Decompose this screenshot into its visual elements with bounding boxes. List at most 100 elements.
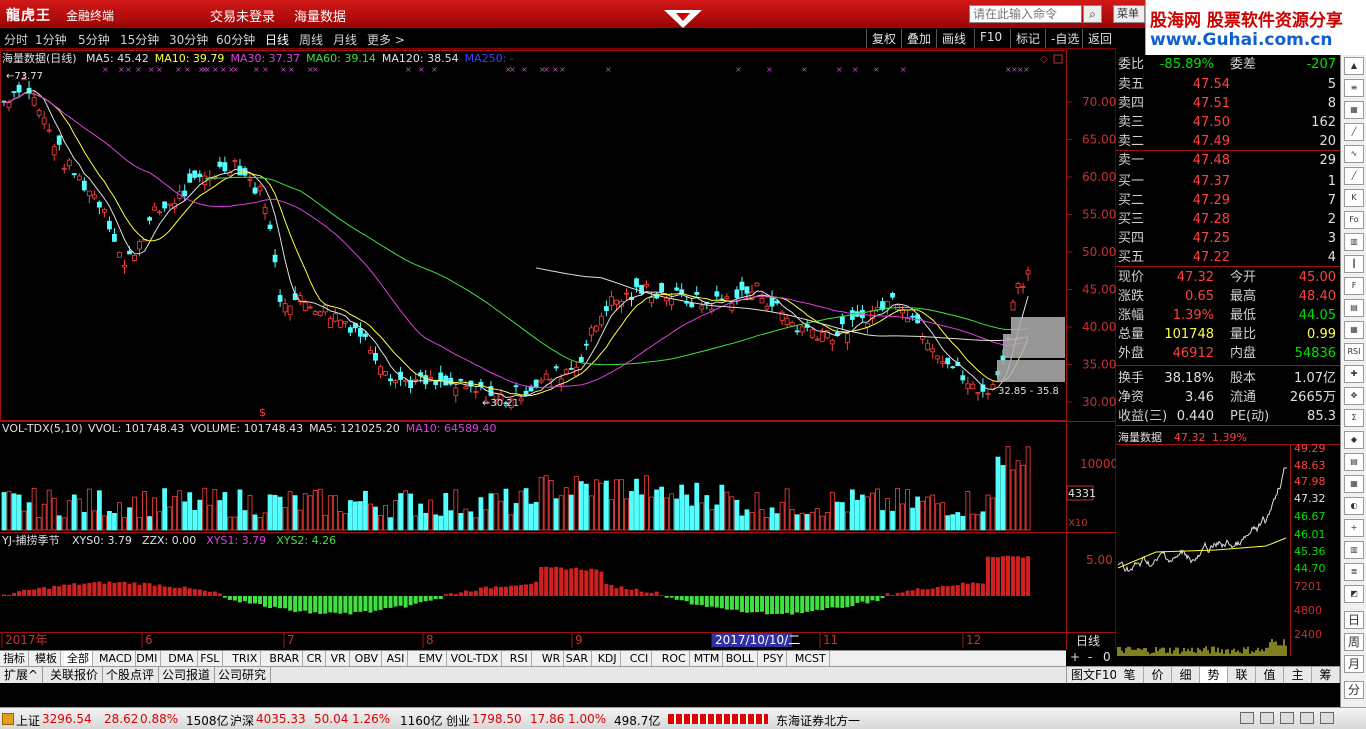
right-tab[interactable]: 筹 xyxy=(1312,667,1340,683)
sidebar-table-icon[interactable]: ▦ xyxy=(1344,475,1364,493)
indicator-tab[interactable]: SAR xyxy=(563,651,593,667)
sidebar-chart2-icon[interactable]: ◩ xyxy=(1344,585,1364,603)
search-icon[interactable]: ⌕ xyxy=(1083,5,1102,23)
period-15min[interactable]: 15分钟 xyxy=(120,31,159,48)
indicator-tab[interactable]: DMA xyxy=(165,651,198,667)
period-30min[interactable]: 30分钟 xyxy=(169,31,208,48)
indicator-tab[interactable]: RSI xyxy=(507,651,532,667)
f10-button[interactable]: F10 xyxy=(974,29,1007,48)
right-tab[interactable]: 主 xyxy=(1284,667,1312,683)
sidebar-expand-icon[interactable]: ✥ xyxy=(1344,387,1364,405)
indicator-tab[interactable]: CR xyxy=(304,651,326,667)
sidebar-month-label[interactable]: 月 xyxy=(1344,655,1364,673)
sidebar-time-label[interactable]: 分 xyxy=(1344,681,1364,699)
indicator-tab[interactable]: MTM xyxy=(691,651,724,667)
sidebar-f-icon[interactable]: F xyxy=(1344,277,1364,295)
sidebar-grid2-icon[interactable]: ▦ xyxy=(1344,321,1364,339)
remove-watchlist-button[interactable]: -自选 xyxy=(1045,29,1084,48)
kline-chart-area[interactable]: × × × × × × × × ××× × × ×× × × × × ×× × × × ×× × ×× × × × × × × × × × × ×… xyxy=(0,50,1116,650)
menu-trade-login[interactable]: 交易未登录 xyxy=(210,6,275,25)
tab-f10[interactable]: 图文F10 xyxy=(1066,667,1123,683)
mark-button[interactable]: 标记 xyxy=(1010,29,1045,48)
period-60min[interactable]: 60分钟 xyxy=(216,31,255,48)
order-row[interactable]: 买三 47.28 2 xyxy=(1116,210,1340,229)
period-monthly[interactable]: 月线 xyxy=(333,31,357,48)
sidebar-grid-icon[interactable]: ▦ xyxy=(1344,101,1364,119)
indicator-tab[interactable]: BRAR xyxy=(266,651,304,667)
menu-mass-data[interactable]: 海量数据 xyxy=(294,6,346,25)
intraday-mini-chart[interactable]: 海量数据 47.32 1.39% 49.29 48.63 47.98 47.32 46.… xyxy=(1116,428,1340,666)
period-more[interactable]: 更多 > xyxy=(367,31,405,48)
zoom-in-button[interactable]: + xyxy=(1070,650,1080,664)
sidebar-day-label[interactable]: 日 xyxy=(1344,611,1364,629)
sidebar-misc-icon[interactable]: ◐ xyxy=(1344,497,1364,515)
indicator-tab[interactable]: PSY xyxy=(760,651,788,667)
period-weekly[interactable]: 周线 xyxy=(299,31,323,48)
ad-banner[interactable]: 股海网 股票软件资源分享 www.Guhai.com.cn xyxy=(1145,0,1366,55)
tab-related-quotes[interactable]: 关联报价 xyxy=(46,667,104,683)
right-tab[interactable]: 值 xyxy=(1256,667,1284,683)
indicator-tab[interactable]: 模板 xyxy=(32,651,61,667)
order-row[interactable]: 卖三 47.50 162 xyxy=(1116,113,1340,132)
indicator-tab[interactable]: EMV xyxy=(416,651,447,667)
order-row[interactable]: 买一 47.37 1 xyxy=(1116,172,1340,191)
sidebar-file-icon[interactable]: ▤ xyxy=(1344,299,1364,317)
sidebar-week-label[interactable]: 周 xyxy=(1344,633,1364,651)
period-fenshi[interactable]: 分时 xyxy=(4,31,28,48)
period-1min[interactable]: 1分钟 xyxy=(35,31,67,48)
indicator-tab[interactable]: WR xyxy=(539,651,565,667)
right-tab[interactable]: 价 xyxy=(1144,667,1172,683)
indicator-tab[interactable]: VR xyxy=(328,651,350,667)
indicator-tab[interactable]: OBV xyxy=(352,651,382,667)
sidebar-chart-icon[interactable]: ▲ xyxy=(1344,57,1364,75)
right-tab[interactable]: 势 xyxy=(1200,667,1228,683)
sidebar-bars-icon[interactable]: ▥ xyxy=(1344,233,1364,251)
indicator-tab[interactable]: 指标 xyxy=(0,651,29,667)
back-button[interactable]: 返回 xyxy=(1082,29,1117,48)
status-icon[interactable] xyxy=(2,713,14,725)
order-row[interactable]: 买五 47.22 4 xyxy=(1116,248,1340,267)
command-input[interactable] xyxy=(969,5,1082,23)
indicator-tab[interactable]: DMI xyxy=(133,651,162,667)
sidebar-stack-icon[interactable]: ◆ xyxy=(1344,431,1364,449)
indicator-tab[interactable]: TRIX xyxy=(229,651,262,667)
fuquan-button[interactable]: 复权 xyxy=(866,29,901,48)
order-row[interactable]: 卖五 47.54 5 xyxy=(1116,75,1340,94)
indicator-tab[interactable]: BOLL xyxy=(723,651,758,667)
order-row[interactable]: 卖二 47.49 20 xyxy=(1116,132,1340,151)
zoom-out-button[interactable]: - xyxy=(1088,650,1092,664)
sidebar-wave-icon[interactable]: ∿ xyxy=(1344,145,1364,163)
sound-icon[interactable] xyxy=(1260,712,1274,724)
order-row[interactable]: 卖四 47.51 8 xyxy=(1116,94,1340,113)
zoom-reset-button[interactable]: 0 xyxy=(1103,650,1111,664)
right-tab[interactable]: 细 xyxy=(1172,667,1200,683)
sidebar-rows-icon[interactable]: ≣ xyxy=(1344,563,1364,581)
indicator-tab[interactable]: FSL xyxy=(197,651,224,667)
indicator-tab[interactable]: VOL-TDX xyxy=(448,651,503,667)
overlay-button[interactable]: 叠加 xyxy=(901,29,936,48)
sidebar-list-icon[interactable]: ≡ xyxy=(1344,79,1364,97)
right-tab[interactable]: 联 xyxy=(1228,667,1256,683)
indicator-tab[interactable]: MCST xyxy=(792,651,830,667)
indicator-tab[interactable]: ROC xyxy=(659,651,690,667)
connect-icon[interactable] xyxy=(1320,712,1334,724)
sidebar-plus-icon[interactable]: + xyxy=(1344,519,1364,537)
sidebar-arrow-icon[interactable]: ✚ xyxy=(1344,365,1364,383)
indicator-tab[interactable]: ASI xyxy=(384,651,409,667)
right-tab[interactable]: 笔 xyxy=(1116,667,1144,683)
sidebar-layout-icon[interactable]: ▥ xyxy=(1344,541,1364,559)
order-row[interactable]: 卖一 47.48 29 xyxy=(1116,151,1340,170)
period-daily[interactable]: 日线 xyxy=(265,31,289,48)
tab-company-reports[interactable]: 公司报道 xyxy=(158,667,216,683)
settings-icon[interactable] xyxy=(1280,712,1294,724)
draw-line-button[interactable]: 画线 xyxy=(936,29,971,48)
indicator-tab[interactable]: 全部 xyxy=(64,651,93,667)
alert-icon[interactable] xyxy=(1300,712,1314,724)
sidebar-k-icon[interactable]: K xyxy=(1344,189,1364,207)
order-row[interactable]: 买四 47.25 3 xyxy=(1116,229,1340,248)
sidebar-f10-icon[interactable]: Fo xyxy=(1344,211,1364,229)
tab-stock-comments[interactable]: 个股点评 xyxy=(102,667,160,683)
menu-button[interactable]: 菜单 xyxy=(1113,5,1145,23)
sidebar-line-icon[interactable]: ╱ xyxy=(1344,123,1364,141)
indicator-tab[interactable]: MACD xyxy=(96,651,136,667)
